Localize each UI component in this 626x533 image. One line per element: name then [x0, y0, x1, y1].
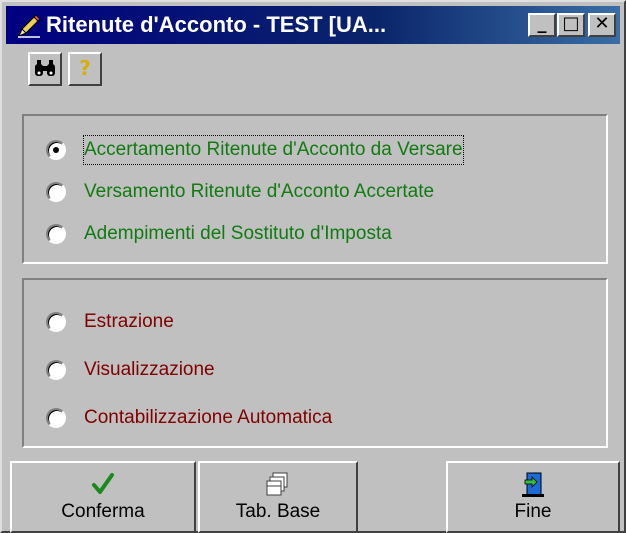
binoculars-icon	[33, 60, 57, 85]
conferma-button[interactable]: Conferma	[10, 461, 196, 533]
minimize-icon: _	[537, 13, 547, 34]
title-bar[interactable]: Ritenute d'Acconto - TEST [UA... _ □ ✕	[6, 6, 620, 44]
checkmark-icon	[12, 469, 194, 499]
radio-button[interactable]	[46, 408, 66, 428]
option-label: Estrazione	[84, 311, 174, 332]
pencil-icon	[16, 13, 42, 39]
minimize-button[interactable]: _	[528, 13, 556, 37]
option-label: Contabilizzazione Automatica	[84, 407, 333, 428]
option-label: Versamento Ritenute d'Acconto Accertate	[84, 181, 435, 202]
radio-button[interactable]	[46, 360, 66, 380]
tab-base-button[interactable]: Tab. Base	[198, 461, 358, 533]
radio-button[interactable]	[46, 182, 66, 202]
option-label: Accertamento Ritenute d'Acconto da Versa…	[83, 135, 464, 165]
window-title: Ritenute d'Acconto - TEST [UA...	[46, 12, 387, 37]
radio-button[interactable]	[46, 312, 66, 332]
option-label: Visualizzazione	[84, 359, 215, 380]
tab-base-label: Tab. Base	[235, 501, 321, 522]
radio-button[interactable]	[46, 140, 66, 160]
action-group: Estrazione Visualizzazione Contabilizzaz…	[22, 278, 608, 448]
exit-door-icon	[448, 469, 618, 499]
operation-group: Accertamento Ritenute d'Acconto da Versa…	[22, 114, 608, 264]
fine-button[interactable]: Fine	[446, 461, 620, 533]
table-icon	[200, 469, 356, 499]
maximize-button[interactable]: □	[557, 13, 585, 37]
close-icon: ✕	[594, 13, 610, 34]
option-label: Adempimenti del Sostituto d'Imposta	[84, 223, 392, 244]
fine-label: Fine	[514, 501, 552, 522]
app-window: Ritenute d'Acconto - TEST [UA... _ □ ✕ ?…	[0, 0, 626, 533]
radio-button[interactable]	[46, 224, 66, 244]
question-mark-icon: ?	[79, 56, 91, 80]
find-button[interactable]	[28, 52, 62, 86]
conferma-label: Conferma	[61, 501, 145, 522]
close-button[interactable]: ✕	[588, 13, 616, 37]
maximize-icon: □	[562, 13, 580, 34]
help-button[interactable]: ?	[68, 52, 102, 86]
